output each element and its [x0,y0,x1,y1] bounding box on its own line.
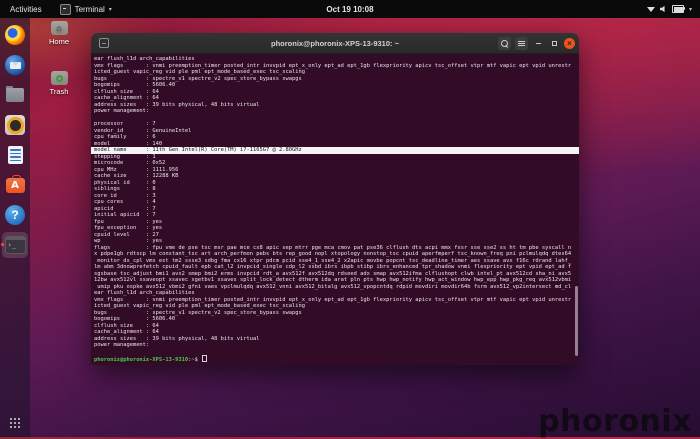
scrollbar-thumb[interactable] [575,286,578,356]
volume-icon [660,6,667,13]
dock-item-files[interactable] [2,82,28,108]
terminal-line: lm abm 3dnowprefetch cpuid_fault epb cat… [94,264,579,271]
search-button[interactable] [498,37,511,50]
desktop-icon-label: Home [36,37,82,46]
window-icon [99,38,109,48]
home-folder-icon: ⌂ [51,21,68,35]
terminal-output: ear flush_l1d arch_capabilitiesvmx flags… [94,56,579,362]
terminal-content[interactable]: ear flush_l1d arch_capabilitiesvmx flags… [91,54,579,365]
ubuntu-software-icon: A [6,178,25,193]
active-indicator-dot [1,243,4,246]
app-menu-label: Terminal [75,5,105,14]
chevron-down-icon: ▾ [689,6,692,13]
app-menu-terminal[interactable]: Terminal ▾ [52,0,120,18]
search-icon [501,40,508,47]
wifi-icon [647,7,655,12]
dock-item-rhythmbox[interactable] [2,112,28,138]
dock-item-libreoffice-writer[interactable] [2,142,28,168]
firefox-icon [5,25,25,45]
grid-icon [10,418,12,420]
help-icon: ? [5,205,25,225]
window-title: phoronix@phoronix-XPS-13-9310: ~ [271,39,399,48]
thunderbird-icon [5,55,25,75]
minimize-icon [536,43,541,44]
desktop-icon-label: Trash [36,87,82,96]
terminal-line: 12bw avx512vl xsaveopt xsavec xgetbv1 xs… [94,277,579,284]
activities-label: Activities [10,5,42,14]
terminal-icon [60,4,71,15]
phoronix-watermark: phoronix [538,404,692,439]
menu-button[interactable] [515,37,528,50]
terminal-cursor [202,355,207,362]
battery-icon [672,5,684,13]
libreoffice-writer-icon [8,146,23,164]
maximize-icon [552,41,557,46]
dock-item-firefox[interactable] [2,22,28,48]
terminal-window: phoronix@phoronix-XPS-13-9310: ~ × ear f… [91,33,579,365]
dock-item-help[interactable]: ? [2,202,28,228]
terminal-prompt: phoronix@phoronix-XPS-13-9310:~$ [94,355,579,362]
dock: A ? [0,18,30,437]
activities-button[interactable]: Activities [0,0,52,18]
minimize-button[interactable] [532,37,544,50]
titlebar[interactable]: phoronix@phoronix-XPS-13-9310: ~ × [91,33,579,54]
files-icon [6,88,24,102]
desktop-icon-trash[interactable]: Trash [36,71,82,96]
top-bar: Activities Terminal ▾ Oct 19 10:08 ▾ [0,0,700,18]
rhythmbox-icon [5,115,25,135]
close-button[interactable]: × [564,38,575,49]
dock-item-thunderbird[interactable] [2,52,28,78]
desktop-icon-home[interactable]: ⌂ Home [36,21,82,46]
show-applications-button[interactable] [9,417,21,429]
dock-item-terminal[interactable] [2,232,28,258]
maximize-button[interactable] [548,37,560,50]
hamburger-icon [518,43,525,44]
chevron-down-icon: ▾ [109,6,112,13]
dock-item-ubuntu-software[interactable]: A [2,172,28,198]
trash-icon [51,71,68,85]
terminal-line: x pdpe1gb rdtscp lm constant_tsc art arc… [94,251,579,258]
system-tray[interactable]: ▾ [643,0,696,18]
terminal-app-icon [5,236,26,254]
